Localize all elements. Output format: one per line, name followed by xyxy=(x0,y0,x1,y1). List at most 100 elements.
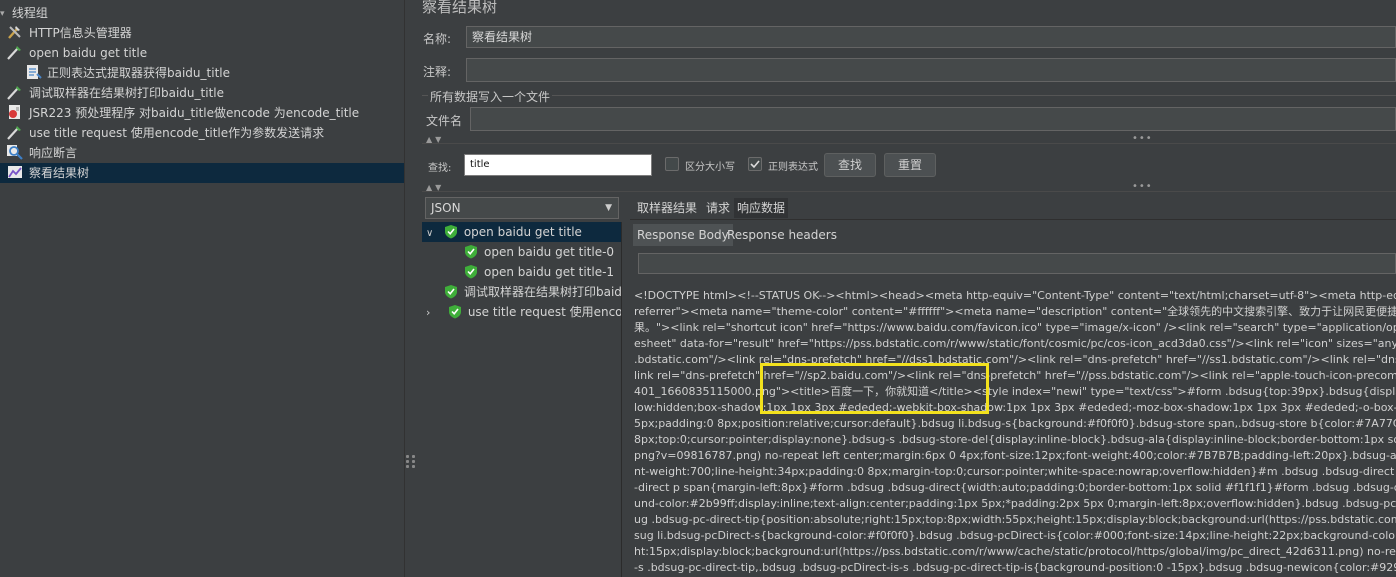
tree-item-label: 察看结果树 xyxy=(29,166,90,180)
success-shield-icon xyxy=(445,285,457,299)
checkmark-icon xyxy=(750,160,760,169)
tree-item-label: use title request 使用encode_title作为参数发送请求 xyxy=(29,126,325,140)
tab-response-data[interactable]: 响应数据 xyxy=(734,198,789,218)
result-item-open-baidu[interactable]: ∨ open baidu get title xyxy=(422,222,621,244)
response-line: low:hidden;box-shadow:1px 1px 3px #edede… xyxy=(634,401,1396,414)
chart-icon xyxy=(8,166,22,178)
renderer-select-value: JSON xyxy=(431,201,461,215)
success-shield-icon xyxy=(448,305,461,319)
tab-sampler-result[interactable]: 取样器结果 xyxy=(634,198,700,218)
divider xyxy=(422,143,1396,144)
filename-field[interactable] xyxy=(470,107,1396,131)
tab-divider xyxy=(630,219,1396,220)
response-line: <!DOCTYPE html><!--STATUS OK--><html><he… xyxy=(634,289,1396,302)
success-shield-icon xyxy=(465,245,477,259)
tree-item-debug-sampler[interactable]: 调试取样器在结果树打印baidu_title xyxy=(6,83,224,103)
name-field[interactable]: 察看结果树 xyxy=(466,26,1396,48)
view-results-tree-panel: 察看结果树 名称: 察看结果树 注释: 所有数据写入一个文件 文件名 ▲▼ ••… xyxy=(412,0,1396,577)
regex-label: 正则表达式 xyxy=(768,162,818,173)
splitter-grip-icon[interactable] xyxy=(412,455,416,469)
tree-item-response-assertion[interactable]: 响应断言 xyxy=(6,143,77,163)
response-line: png?v=09816787.png) no-repeat left cente… xyxy=(634,449,1396,462)
divider xyxy=(422,191,1396,192)
result-item-open-baidu-0[interactable]: open baidu get title-0 xyxy=(464,242,614,262)
comment-label: 注释: xyxy=(423,65,452,79)
tree-item-regex-extractor[interactable]: 正则表达式提取器获得baidu_title xyxy=(24,63,230,83)
sample-result-tree: ∨ open baidu get title open baidu get ti… xyxy=(422,222,622,577)
panel-title: 察看结果树 xyxy=(422,0,498,16)
pipette-icon xyxy=(7,126,21,140)
result-item-label: open baidu get title-0 xyxy=(484,245,615,259)
result-item-open-baidu-1[interactable]: open baidu get title-1 xyxy=(464,262,614,282)
dropdown-arrow-icon: ▼ xyxy=(605,203,612,213)
response-line: link rel="dns-prefetch" href="//sp2.baid… xyxy=(634,369,1396,382)
tree-item-label: 响应断言 xyxy=(29,146,78,160)
wrench-icon xyxy=(8,26,21,39)
tab-response-body[interactable]: Response Body xyxy=(633,224,733,246)
response-line: 401_1660835115000.png"><title>百度一下，你就知道<… xyxy=(634,385,1396,398)
tree-item-thread-group[interactable]: ▾ 线程组 xyxy=(0,3,404,23)
result-item-label: open baidu get title xyxy=(463,225,582,239)
filename-label: 文件名 xyxy=(426,114,463,128)
pipette-icon xyxy=(7,86,21,100)
response-line: und-color:#2b99ff;display:inline;text-al… xyxy=(634,497,1396,510)
document-icon xyxy=(27,65,42,79)
response-line: 8px;top:0;cursor:pointer;display:none}.b… xyxy=(634,433,1396,446)
splitter-grip-icon xyxy=(406,455,410,469)
tree-item-label: open baidu get title xyxy=(29,46,148,60)
tree-item-use-title-request[interactable]: use title request 使用encode_title作为参数发送请求 xyxy=(6,123,324,143)
tree-item-label: JSR223 预处理程序 对baidu_title做encode 为encode… xyxy=(29,106,360,120)
response-line: 果。"><link rel="shortcut icon" href="http… xyxy=(634,321,1396,334)
chevron-down-icon[interactable]: ∨ xyxy=(426,224,440,244)
response-line: -direct p span{margin-left:8px}#form .bd… xyxy=(634,481,1396,494)
search-label: 查找: xyxy=(428,163,452,174)
tree-item-jsr223[interactable]: JSR223 预处理程序 对baidu_title做encode 为encode… xyxy=(6,103,359,123)
case-sensitive-label: 区分大小写 xyxy=(685,162,735,173)
case-sensitive-checkbox[interactable] xyxy=(665,157,679,171)
groupbox-border xyxy=(552,95,1396,96)
reset-button[interactable]: 重置 xyxy=(884,153,936,177)
tree-item-label: 调试取样器在结果树打印baidu_title xyxy=(29,86,224,100)
script-icon xyxy=(9,105,20,119)
magnifier-icon xyxy=(7,145,23,160)
find-button[interactable]: 查找 xyxy=(824,153,876,177)
comment-field[interactable] xyxy=(466,58,1396,82)
response-line: sug li.bdsug-pcDirect-s{background-color… xyxy=(634,529,1396,542)
pipette-icon xyxy=(7,46,21,60)
result-item-debug-sampler[interactable]: 调试取样器在结果树打印baidu_ xyxy=(444,282,622,302)
result-item-label: 调试取样器在结果树打印baidu_ xyxy=(464,285,622,299)
tree-item-view-results-tree[interactable]: 察看结果树 xyxy=(0,163,404,183)
tree-item-label: 线程组 xyxy=(11,6,48,20)
response-line: ht:15px;display:block;background:url(htt… xyxy=(634,545,1396,558)
search-input[interactable]: title xyxy=(464,154,652,176)
result-item-label: open baidu get title-1 xyxy=(484,265,615,279)
response-line: -s .bdsug-pc-direct-tip,.bdsug .bdsug-pc… xyxy=(634,561,1396,574)
response-line: .bdstatic.com"/><link rel="dns-prefetch"… xyxy=(634,353,1396,366)
chevron-down-icon[interactable]: ▾ xyxy=(0,4,8,24)
tree-item-label: HTTP信息头管理器 xyxy=(29,26,132,40)
response-line: referrer"><meta name="theme-color" conte… xyxy=(634,305,1396,318)
tree-item-open-baidu[interactable]: open baidu get title xyxy=(6,43,147,63)
response-search-field[interactable] xyxy=(638,253,1396,274)
success-shield-icon xyxy=(444,225,457,239)
response-line: nt-weight:700;line-height:34px;padding:0… xyxy=(634,465,1396,478)
chevron-right-icon[interactable]: › xyxy=(426,303,444,323)
groupbox-border xyxy=(422,95,428,96)
result-item-label: use title request 使用encode_ xyxy=(467,305,622,319)
splitter-vertical[interactable] xyxy=(404,0,412,577)
tree-item-label: 正则表达式提取器获得baidu_title xyxy=(47,66,230,80)
response-body-text[interactable]: <!DOCTYPE html><!--STATUS OK--><html><he… xyxy=(634,288,1396,577)
annotation-highlight-box xyxy=(760,363,989,414)
test-plan-tree-panel: ▾ 线程组 HTTP信息头管理器 open baidu get title 正则… xyxy=(0,0,404,577)
response-line: 5px;padding:0 8px;position:relative;curs… xyxy=(634,417,1396,430)
tab-response-headers[interactable]: Response headers xyxy=(723,224,841,246)
regex-checkbox[interactable] xyxy=(748,157,762,171)
tree-item-http-header-manager[interactable]: HTTP信息头管理器 xyxy=(6,23,132,43)
renderer-select[interactable]: JSON ▼ xyxy=(425,197,619,219)
write-all-label: 所有数据写入一个文件 xyxy=(430,90,551,104)
response-line: ug .bdsug-pc-direct-tip{position:absolut… xyxy=(634,513,1396,526)
tab-request[interactable]: 请求 xyxy=(703,198,733,218)
result-item-use-title-request[interactable]: › use title request 使用encode_ xyxy=(426,302,622,323)
success-shield-icon xyxy=(465,265,477,279)
response-line: esheet" data-for="result" href="https://… xyxy=(634,337,1396,350)
